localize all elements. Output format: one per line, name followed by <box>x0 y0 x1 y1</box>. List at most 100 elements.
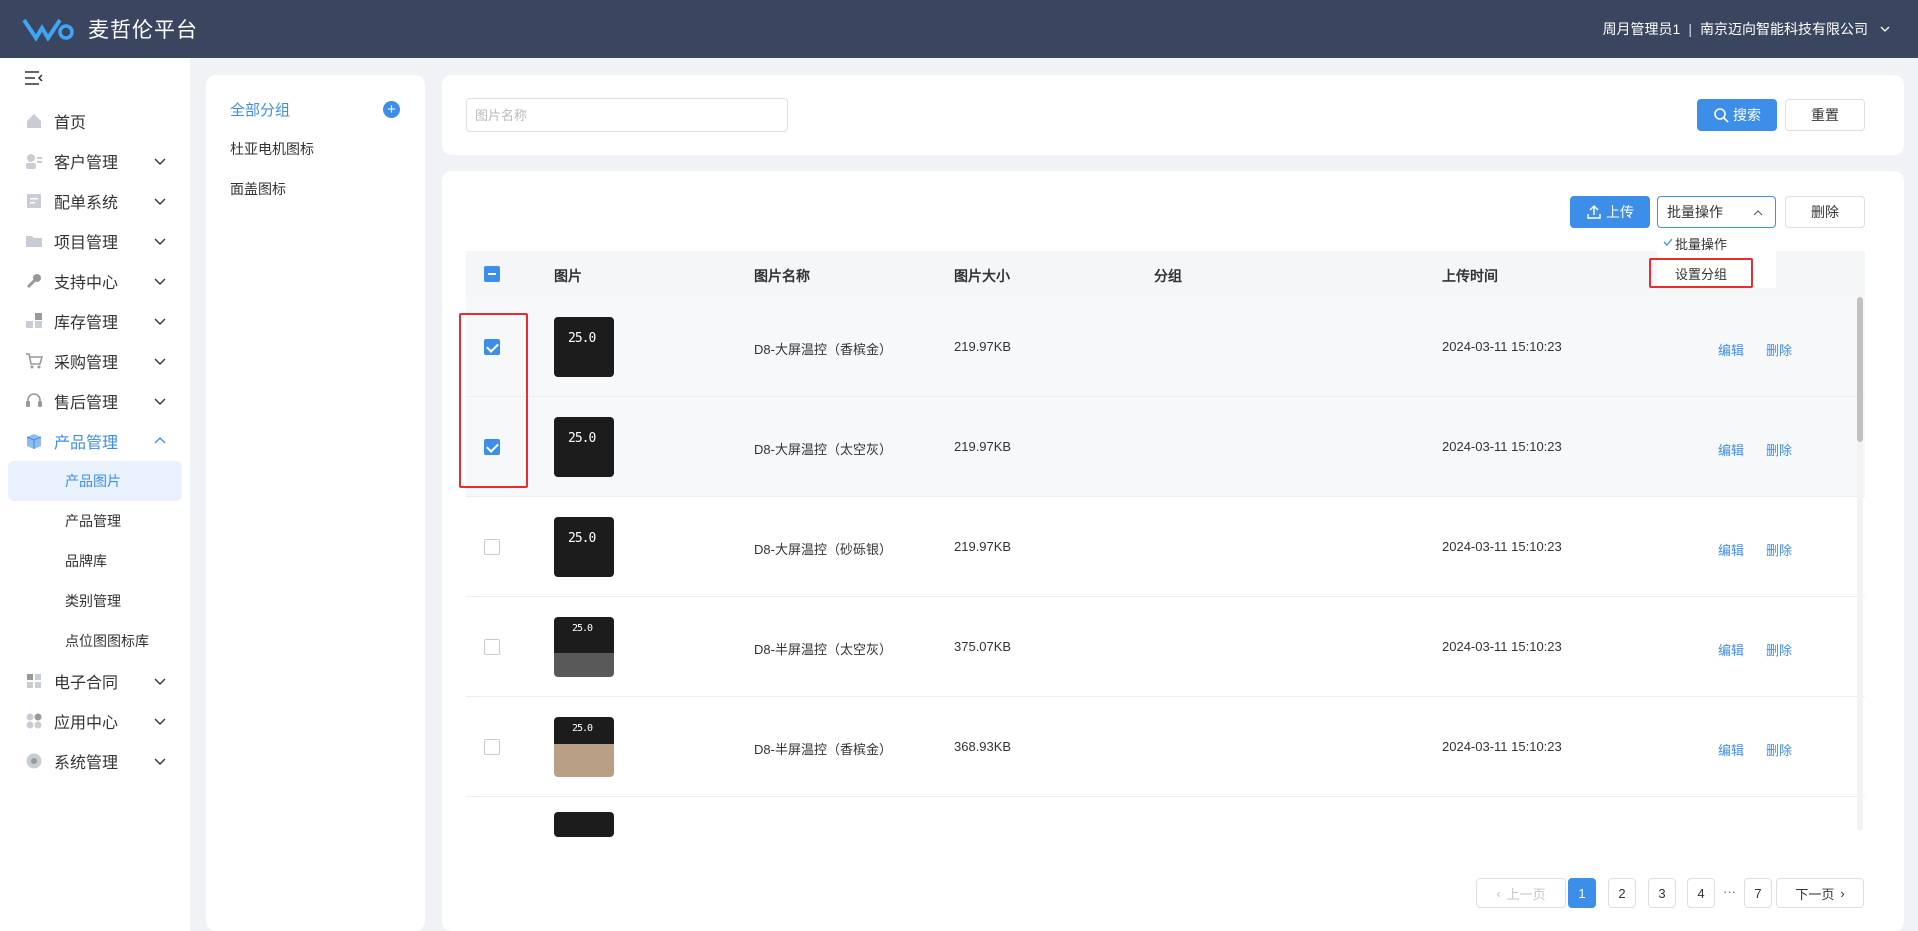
delete-link[interactable]: 删除 <box>1766 440 1792 459</box>
page-button[interactable]: 4 <box>1687 878 1715 908</box>
column-header-image: 图片 <box>554 268 582 284</box>
add-group-button[interactable]: + <box>383 101 400 118</box>
next-page-button[interactable]: 下一页 › <box>1776 878 1864 908</box>
cart-icon <box>26 353 43 369</box>
sidebar-item-system[interactable]: 系统管理 <box>0 741 190 781</box>
batch-operation-select[interactable]: 批量操作 <box>1657 196 1776 228</box>
sidebar-item-contract[interactable]: 电子合同 <box>0 661 190 701</box>
row-checkbox[interactable] <box>484 339 500 355</box>
sidebar-item-product[interactable]: 产品管理 <box>0 421 190 461</box>
edit-link[interactable]: 编辑 <box>1718 440 1744 459</box>
edit-link[interactable]: 编辑 <box>1718 740 1744 759</box>
delete-link[interactable]: 删除 <box>1766 640 1792 659</box>
user-separator: | <box>1688 21 1692 37</box>
image-name-search-input[interactable] <box>466 98 788 132</box>
group-item[interactable]: 面盖图标 <box>206 169 425 209</box>
sidebar-item-label: 采购管理 <box>54 355 119 372</box>
row-checkbox[interactable] <box>484 539 500 555</box>
delete-link[interactable]: 删除 <box>1766 740 1792 759</box>
sidebar-item-project[interactable]: 项目管理 <box>0 221 190 261</box>
image-size: 219.97KB <box>954 339 1012 354</box>
sidebar-item-home[interactable]: 首页 <box>0 101 190 141</box>
edit-link[interactable]: 编辑 <box>1718 640 1744 659</box>
user-menu[interactable]: 周月管理员1 | 南京迈向智能科技有限公司 <box>1603 0 1890 58</box>
column-header-upload-time: 上传时间 <box>1442 268 1498 284</box>
upload-time: 2024-03-11 15:10:23 <box>1442 739 1562 754</box>
delete-button[interactable]: 删除 <box>1785 196 1865 228</box>
dropdown-option-label: 批量操作 <box>1675 236 1728 252</box>
collapse-menu-icon[interactable] <box>24 70 44 86</box>
contract-icon <box>27 674 41 688</box>
image-table: 图片 图片名称 图片大小 分组 上传时间 25.0 D8-大屏温控（香槟金） 2… <box>466 251 1865 842</box>
sidebar-subitem-brands[interactable]: 品牌库 <box>0 541 190 581</box>
order-icon <box>27 194 41 208</box>
page-button[interactable]: 2 <box>1608 878 1636 908</box>
sidebar-subitem-point-icons[interactable]: 点位图图标库 <box>0 621 190 661</box>
page-button[interactable]: 1 <box>1568 878 1596 908</box>
apps-icon <box>26 713 42 729</box>
sidebar-item-support[interactable]: 支持中心 <box>0 261 190 301</box>
dropdown-option-label: 设置分组 <box>1674 266 1727 282</box>
sidebar-item-label: 系统管理 <box>54 755 119 772</box>
app-title: 麦哲伦平台 <box>88 19 198 42</box>
edit-link[interactable]: 编辑 <box>1718 340 1744 359</box>
product-thumbnail[interactable]: 25.0 <box>554 317 614 377</box>
thumbnail-display-text: 25.0 <box>568 531 596 546</box>
page-button[interactable]: 3 <box>1648 878 1676 908</box>
chevron-down-icon <box>154 238 166 245</box>
image-name: D8-大屏温控（香槟金） <box>754 342 892 357</box>
sidebar-item-aftersales[interactable]: 售后管理 <box>0 381 190 421</box>
upload-icon <box>1587 204 1601 219</box>
sidebar-item-order[interactable]: 配单系统 <box>0 181 190 221</box>
delete-link[interactable]: 删除 <box>1766 340 1792 359</box>
sidebar: 首页 客户管理 配单系统 项目管理 支持中心 库存管理 采购管理 售后管理 产品… <box>0 58 190 931</box>
search-button[interactable]: 搜索 <box>1697 99 1777 131</box>
chevron-down-icon <box>154 278 166 285</box>
edit-link[interactable]: 编辑 <box>1718 540 1744 559</box>
logo[interactable]: 麦哲伦平台 <box>22 14 198 44</box>
table-scrollbar[interactable] <box>1857 297 1863 831</box>
thumbnail-display-text: 25.0 <box>568 331 596 346</box>
group-item[interactable]: 杜亚电机图标 <box>206 129 425 169</box>
product-thumbnail[interactable]: 25.0 <box>554 717 614 777</box>
select-all-checkbox[interactable] <box>484 266 500 282</box>
sidebar-subitem-product-manage[interactable]: 产品管理 <box>0 501 190 541</box>
scrollbar-thumb[interactable] <box>1857 297 1863 442</box>
chevron-down-icon <box>154 158 166 165</box>
row-checkbox[interactable] <box>484 739 500 755</box>
sidebar-item-apps[interactable]: 应用中心 <box>0 701 190 741</box>
sidebar-item-customer[interactable]: 客户管理 <box>0 141 190 181</box>
column-header-group: 分组 <box>1154 268 1182 284</box>
chevron-left-icon: ‹ <box>1496 885 1501 901</box>
group-panel: 全部分组 杜亚电机图标 面盖图标 + <box>206 75 425 931</box>
sidebar-item-label: 产品管理 <box>54 435 119 452</box>
table-row: 25.0 D8-大屏温控（太空灰） 219.97KB 2024-03-11 15… <box>466 397 1865 497</box>
upload-button-label: 上传 <box>1606 204 1634 220</box>
product-thumbnail[interactable]: 25.0 <box>554 617 614 677</box>
chevron-down-icon[interactable] <box>1880 24 1890 34</box>
product-thumbnail[interactable] <box>554 812 614 837</box>
row-checkbox[interactable] <box>484 439 500 455</box>
page-button[interactable]: 7 <box>1744 878 1772 908</box>
sidebar-item-label: 客户管理 <box>54 155 119 172</box>
prev-page-button[interactable]: ‹ 上一页 <box>1476 878 1566 908</box>
chevron-down-icon <box>154 318 166 325</box>
product-thumbnail[interactable]: 25.0 <box>554 517 614 577</box>
sidebar-subitem-categories[interactable]: 类别管理 <box>0 581 190 621</box>
top-header: 麦哲伦平台 周月管理员1 | 南京迈向智能科技有限公司 <box>0 0 1918 58</box>
image-name: D8-半屏温控（太空灰） <box>754 642 892 657</box>
product-thumbnail[interactable]: 25.0 <box>554 417 614 477</box>
search-icon <box>1714 108 1729 123</box>
dropdown-option-batch[interactable]: 批量操作 <box>1657 228 1776 258</box>
dropdown-option-set-group[interactable]: 设置分组 <box>1649 258 1753 288</box>
sidebar-subitem-product-images[interactable]: 产品图片 <box>8 461 182 501</box>
sidebar-item-purchase[interactable]: 采购管理 <box>0 341 190 381</box>
upload-button[interactable]: 上传 <box>1570 196 1650 228</box>
delete-link[interactable]: 删除 <box>1766 540 1792 559</box>
row-checkbox[interactable] <box>484 639 500 655</box>
plus-icon: + <box>387 101 396 118</box>
sidebar-item-inventory[interactable]: 库存管理 <box>0 301 190 341</box>
sidebar-item-label: 电子合同 <box>54 675 119 692</box>
upload-time: 2024-03-11 15:10:23 <box>1442 639 1562 654</box>
reset-button[interactable]: 重置 <box>1785 99 1865 131</box>
